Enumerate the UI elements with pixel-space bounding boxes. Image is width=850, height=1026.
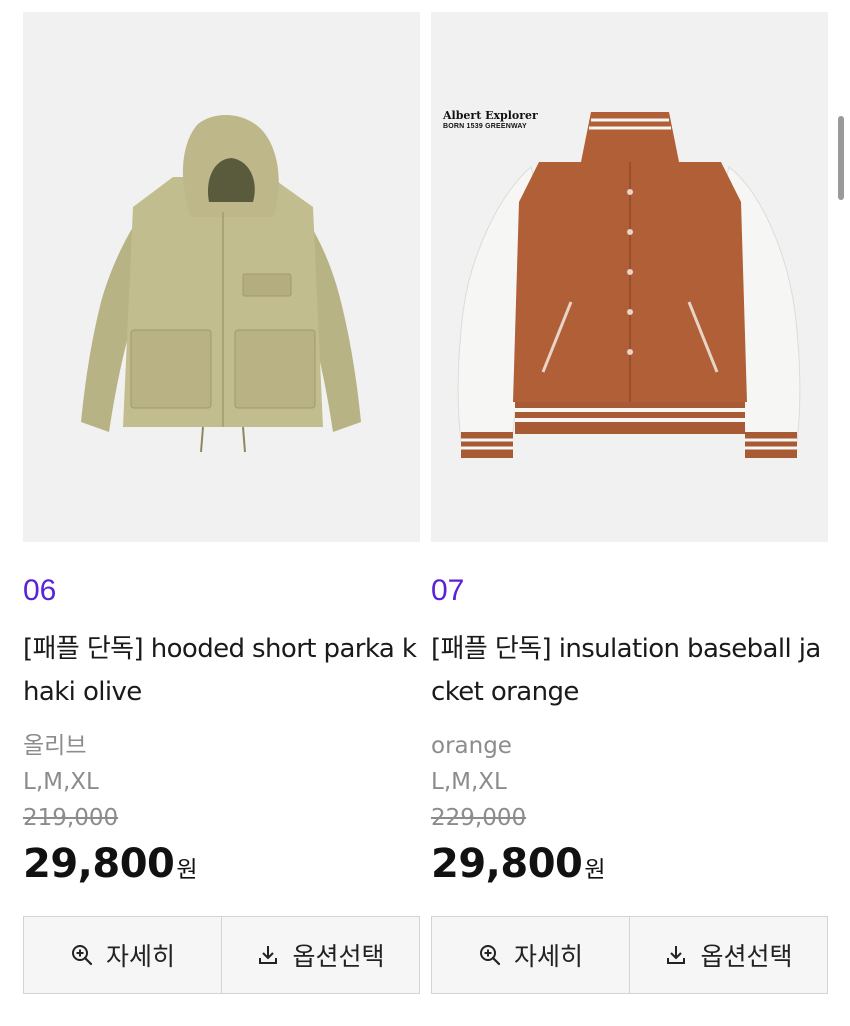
product-07-actions: 자세히 옵션선택 <box>431 916 828 994</box>
varsity-jacket-illustration <box>457 112 801 458</box>
sale-price: 29,800 <box>431 841 583 887</box>
product-name[interactable]: [패플 단독] insulation baseball jacket orang… <box>431 628 828 714</box>
scrollbar[interactable] <box>838 116 844 200</box>
product-color: orange <box>431 733 512 759</box>
download-icon <box>256 943 280 967</box>
product-image-orange-varsity[interactable]: Albert Explorer BORN 1539 GREENWAY <box>431 12 828 542</box>
parka-illustration <box>81 115 361 453</box>
sale-price: 29,800 <box>23 841 175 887</box>
product-sizes: L,M,XL <box>431 769 507 795</box>
original-price: 219,000 <box>23 805 119 831</box>
currency-label: 원 <box>584 857 606 883</box>
product-06-actions: 자세히 옵션선택 <box>23 916 420 994</box>
options-button-label: 옵션선택 <box>700 942 793 971</box>
options-button[interactable]: 옵션선택 <box>629 917 827 993</box>
detail-button[interactable]: 자세히 <box>432 917 629 993</box>
product-card-06[interactable]: 06 [패플 단독] hooded short parka khaki oliv… <box>23 12 420 894</box>
detail-button-label: 자세히 <box>513 942 583 971</box>
product-image-olive-parka[interactable] <box>23 12 420 542</box>
product-number: 06 <box>23 574 57 607</box>
original-price: 229,000 <box>431 805 527 831</box>
sale-price-row: 29,800원 <box>431 842 828 894</box>
options-button-label: 옵션선택 <box>292 942 385 971</box>
zoom-in-icon <box>70 943 94 967</box>
product-number: 07 <box>431 574 465 607</box>
zoom-in-icon <box>478 943 502 967</box>
brand-subtitle: BORN 1539 GREENWAY <box>443 123 527 130</box>
currency-label: 원 <box>176 857 198 883</box>
detail-button[interactable]: 자세히 <box>24 917 221 993</box>
options-button[interactable]: 옵션선택 <box>221 917 419 993</box>
product-name[interactable]: [패플 단독] hooded short parka khaki olive <box>23 628 420 714</box>
product-card-07[interactable]: Albert Explorer BORN 1539 GREENWAY 07 [패… <box>431 12 828 894</box>
product-color: 올리브 <box>23 733 87 759</box>
product-sizes: L,M,XL <box>23 769 99 795</box>
brand-logo: Albert Explorer BORN 1539 GREENWAY <box>443 110 538 130</box>
brand-name: Albert Explorer <box>443 109 538 122</box>
sale-price-row: 29,800원 <box>23 842 420 894</box>
detail-button-label: 자세히 <box>105 942 175 971</box>
download-icon <box>664 943 688 967</box>
